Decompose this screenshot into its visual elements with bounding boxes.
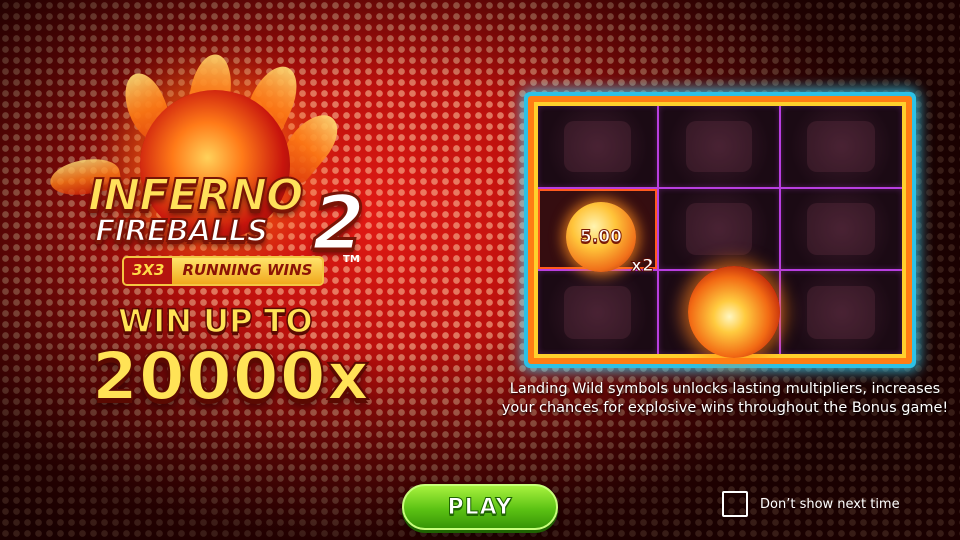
- seven-symbol-icon: [685, 120, 753, 173]
- wild-multiplier: x2: [631, 256, 655, 277]
- reel-grid: 5.00 x2: [538, 106, 902, 358]
- play-button[interactable]: PLAY: [402, 484, 558, 530]
- feature-description: Landing Wild symbols unlocks lasting mul…: [501, 381, 949, 416]
- dont-show-label[interactable]: Don’t show next time: [760, 497, 900, 512]
- reel-cell: [780, 106, 902, 189]
- reel-frame: 5.00 x2: [528, 96, 912, 364]
- seven-symbol-icon: [564, 120, 632, 173]
- badge-grid-size: 3X3: [124, 258, 173, 284]
- dont-show-option[interactable]: Don’t show next time: [722, 491, 900, 517]
- max-win-value: 20000x: [91, 337, 371, 416]
- wild-value: 5.00: [580, 227, 623, 248]
- wild-fireball-icon: 5.00: [566, 202, 636, 272]
- seven-symbol-icon: [807, 286, 876, 340]
- reel-cell: [538, 271, 660, 354]
- badge-running-wins: RUNNING WINS: [172, 258, 323, 284]
- logo-title-fireballs: FIREBALLS: [94, 213, 269, 250]
- reel-cell: [780, 271, 902, 354]
- reel-cell: [659, 188, 781, 272]
- fireball-symbol-icon: [688, 266, 780, 358]
- dont-show-checkbox[interactable]: [722, 491, 748, 517]
- game-logo: INFERNO FIREBALLS 2 3X3 RUNNING WINS TM: [40, 50, 400, 290]
- logo-badge: 3X3 RUNNING WINS: [122, 256, 325, 286]
- seven-symbol-icon: [807, 203, 876, 255]
- seven-symbol-icon: [807, 120, 876, 173]
- win-up-to-label: WIN UP TO: [117, 301, 313, 341]
- reel-cell: [780, 188, 902, 272]
- seven-symbol-icon: [564, 286, 632, 340]
- seven-symbol-icon: [685, 203, 753, 255]
- reel-cell: [538, 106, 660, 189]
- trademark-mark: TM: [343, 254, 360, 265]
- reel-cell: [659, 106, 781, 189]
- reel-preview-panel: 5.00 x2: [524, 92, 916, 368]
